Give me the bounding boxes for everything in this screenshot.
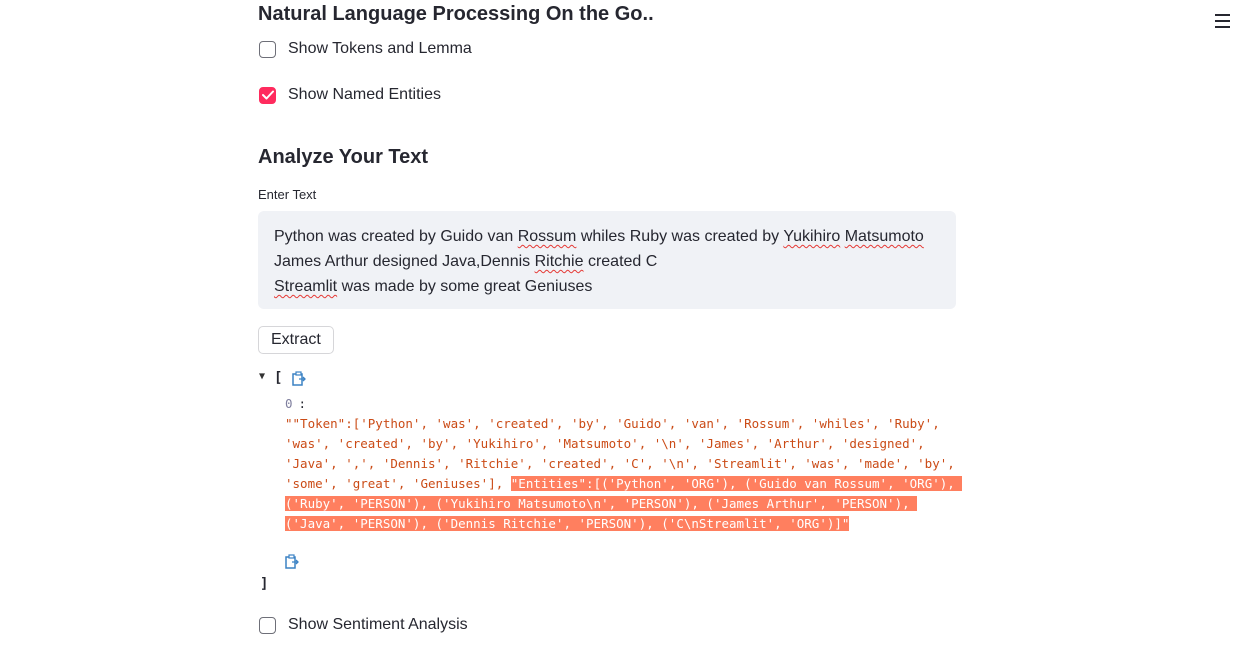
- json-close-bracket: ]: [260, 576, 269, 592]
- page-title: Natural Language Processing On the Go..: [258, 3, 654, 25]
- collapse-triangle-icon[interactable]: ▼: [259, 371, 265, 382]
- copy-value-icon[interactable]: [285, 554, 299, 569]
- show-tokens-checkbox[interactable]: Show Tokens and Lemma: [259, 40, 472, 58]
- show-tokens-label: Show Tokens and Lemma: [288, 40, 472, 57]
- hamburger-menu-icon[interactable]: [1215, 14, 1230, 32]
- enter-text-label: Enter Text: [258, 187, 317, 202]
- checkbox-unchecked-icon[interactable]: [259, 616, 276, 634]
- show-sentiment-checkbox[interactable]: Show Sentiment Analysis: [259, 616, 468, 634]
- analyze-header: Analyze Your Text: [258, 146, 429, 168]
- text-input-area[interactable]: Python was created by Guido van Rossum w…: [258, 211, 956, 309]
- show-entities-label: Show Named Entities: [288, 86, 441, 103]
- text-line-1: Python was created by Guido van Rossum w…: [274, 228, 924, 245]
- json-value: ""Token":['Python', 'was', 'created', 'b…: [285, 414, 963, 534]
- extract-button[interactable]: Extract: [258, 326, 334, 354]
- copy-icon[interactable]: [292, 371, 306, 386]
- checkbox-checked-icon[interactable]: [259, 86, 276, 104]
- text-line-3: Streamlit was made by some great Geniuse…: [274, 278, 593, 295]
- json-open-bracket: [: [274, 370, 283, 386]
- json-index: 0:: [285, 396, 307, 411]
- checkbox-unchecked-icon[interactable]: [259, 40, 276, 58]
- text-line-2: James Arthur designed Java,Dennis Ritchi…: [274, 253, 658, 270]
- show-entities-checkbox[interactable]: Show Named Entities: [259, 86, 441, 104]
- show-sentiment-label: Show Sentiment Analysis: [288, 616, 468, 633]
